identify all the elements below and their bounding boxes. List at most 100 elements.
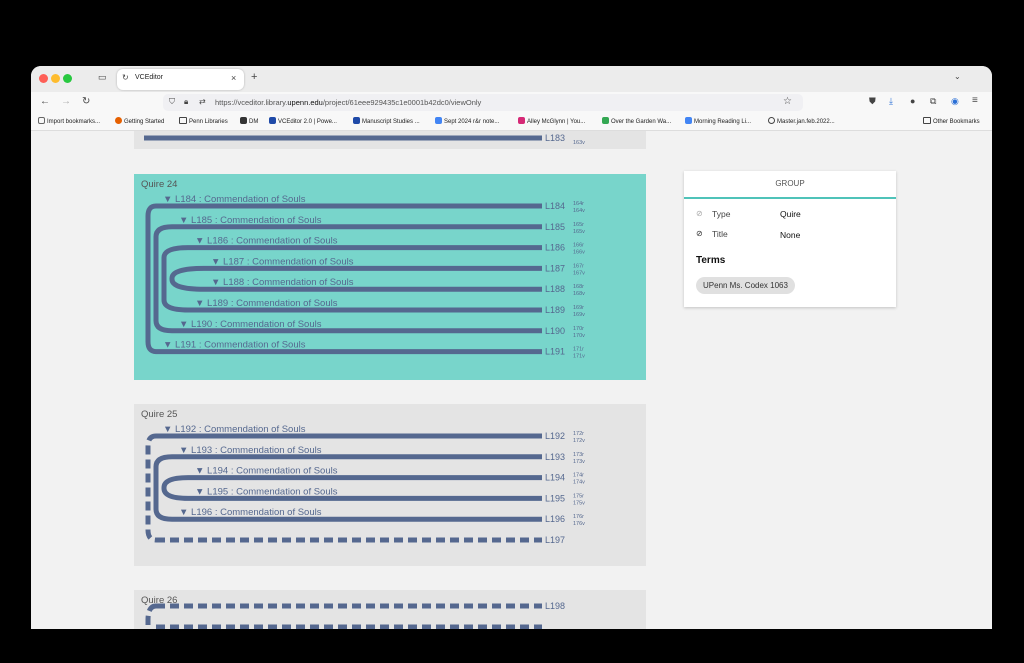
quire-23-diagram: L183 163v	[144, 133, 585, 146]
quire-26[interactable]: Quire 26 L198	[134, 590, 646, 629]
quire-25-diagram: ▼ L192 : Commendation of SoulsL192 172r17…	[145, 424, 585, 545]
folio-v-l185: 165v	[573, 229, 585, 235]
leaf-label-l186[interactable]: ▼ L186 : Commendation of Souls	[195, 236, 338, 247]
bookmark-manuscript-studies[interactable]: Manuscript Studies ...	[353, 117, 420, 125]
permissions-icon[interactable]: ⇄	[199, 97, 206, 106]
lock-icon[interactable]: 🔒︎	[184, 97, 188, 107]
folio-v-l184: 164v	[573, 208, 585, 214]
type-label: Type	[712, 209, 731, 219]
leaf-id-l185: L185	[545, 222, 565, 232]
maximize-window-button[interactable]	[63, 74, 72, 83]
folio-v-l196: 176v	[573, 521, 585, 527]
folio-r-l190: 170r	[573, 326, 584, 332]
downloads-icon[interactable]: ⤓	[889, 96, 893, 107]
quire-23-partial[interactable]: L183 163v	[134, 131, 646, 149]
password-manager-icon[interactable]: ◉	[951, 96, 959, 107]
quire-26-diagram: L198	[145, 601, 565, 629]
instagram-icon	[518, 117, 525, 124]
bookmark-alley-mcglynn[interactable]: Alley McGlynn | You...	[518, 117, 585, 125]
eye-slash-icon[interactable]: ⊘	[696, 229, 703, 238]
folio-r-l189: 169r	[573, 305, 584, 311]
leaf-id-l196: L196	[545, 514, 565, 524]
conjugate-connector	[161, 475, 189, 501]
leaf-id-l191: L191	[545, 347, 565, 357]
leaf-id-l184: L184	[545, 201, 565, 211]
dm-icon	[240, 117, 247, 124]
bookmark-master[interactable]: Master.jan.feb.2022...	[768, 117, 835, 125]
folio-v-l193: 173v	[573, 459, 585, 465]
quire-25[interactable]: Quire 25 ▼ L192 : Commendation of Souls L…	[134, 404, 646, 566]
leaf-id-l190: L190	[545, 326, 565, 336]
folio-v-l187: 167v	[573, 270, 585, 276]
quire-24-diagram: ▼ L184 : Commendation of SoulsL184 164r16…	[145, 194, 585, 360]
address-bar[interactable]: ⛉ 🔒︎ ⇄ https://vceditor.library.upenn.ed…	[163, 94, 803, 111]
docs-icon	[435, 117, 442, 124]
firefox-icon	[115, 117, 122, 124]
leaf-label-l185[interactable]: ▼ L185 : Commendation of Souls	[179, 215, 322, 226]
folio-v-l192: 172v	[573, 438, 585, 444]
quire-24[interactable]: Quire 24 ▼ L184 : Commendation of Souls L…	[134, 174, 646, 380]
minimize-window-button[interactable]	[51, 74, 60, 83]
leaf-label-l189[interactable]: ▼ L189 : Commendation of Souls	[195, 298, 338, 309]
leaf-label-l188[interactable]: ▼ L188 : Commendation of Souls	[211, 277, 354, 288]
import-icon	[38, 117, 45, 124]
folio-r-l194: 174r	[573, 473, 584, 479]
folio-r-l187: 167r	[573, 263, 584, 269]
folio-v-l186: 166v	[573, 250, 585, 256]
folio-v-l194: 174v	[573, 480, 585, 486]
tab-list-chevron-icon[interactable]: ⌄	[954, 72, 961, 81]
bookmark-import[interactable]: Import bookmarks...	[38, 117, 100, 125]
page-content: L183 163v Quire 24 ▼ L184 : Commendation…	[31, 131, 992, 629]
forward-icon[interactable]: →	[61, 96, 71, 107]
tab-vceditor[interactable]: ↻ VCEditor ×	[117, 69, 244, 90]
reload-icon[interactable]: ↻	[82, 96, 90, 107]
extensions-puzzle-icon[interactable]: ⧉	[930, 96, 936, 107]
new-tab-icon[interactable]: +	[251, 71, 257, 83]
leaf-id-l189: L189	[545, 305, 565, 315]
menu-icon[interactable]: ≡	[972, 95, 978, 106]
leaf-label-l193[interactable]: ▼ L193 : Commendation of Souls	[179, 445, 322, 456]
leaf-id-l198: L198	[545, 601, 565, 611]
bookmark-penn-libraries[interactable]: Penn Libraries	[179, 117, 228, 125]
folio-r-l191: 171r	[573, 347, 584, 353]
quire-label: Quire 24	[141, 179, 178, 190]
quire-label: Quire 25	[141, 409, 178, 420]
globe-icon	[768, 117, 775, 124]
bookmark-garden-wall[interactable]: Over the Garden Wa...	[602, 117, 671, 125]
leaf-label-l191[interactable]: ▼ L191 : Commendation of Souls	[163, 340, 306, 351]
pocket-icon[interactable]: ⛊	[869, 96, 876, 107]
leaf-label-l195[interactable]: ▼ L195 : Commendation of Souls	[195, 486, 338, 497]
shield-icon[interactable]: ⛉	[169, 97, 175, 107]
bookmark-vceditor[interactable]: VCEditor 2.0 | Powe...	[269, 117, 337, 125]
leaf-label-l184[interactable]: ▼ L184 : Commendation of Souls	[163, 194, 306, 205]
folio-r-l196: 176r	[573, 514, 584, 520]
folio-r-l193: 173r	[573, 452, 584, 458]
reload-spinner-icon: ↻	[122, 73, 129, 82]
bookmark-star-icon[interactable]: ☆	[783, 96, 792, 107]
leaf-id-l195: L195	[545, 493, 565, 503]
folio-r-l195: 175r	[573, 493, 584, 499]
folio-v-l189: 169v	[573, 312, 585, 318]
back-icon[interactable]: ←	[40, 96, 50, 107]
bookmark-dm[interactable]: DM	[240, 117, 258, 125]
bookmark-morning-reading[interactable]: Morning Reading Li...	[685, 117, 751, 125]
docs-icon	[685, 117, 692, 124]
extension-icon[interactable]: ●	[910, 96, 915, 106]
leaf-label-l192[interactable]: ▼ L192 : Commendation of Souls	[163, 424, 306, 435]
leaf-label-l187[interactable]: ▼ L187 : Commendation of Souls	[211, 256, 354, 267]
bookmark-other[interactable]: Other Bookmarks	[923, 117, 980, 125]
close-tab-icon[interactable]: ×	[231, 73, 236, 83]
folio-v-l190: 170v	[573, 333, 585, 339]
tab-overview-icon[interactable]: ▭	[98, 72, 107, 83]
eye-slash-icon[interactable]: ⊘	[696, 209, 703, 218]
panel-header: GROUP	[684, 171, 896, 199]
close-window-button[interactable]	[39, 74, 48, 83]
terms-heading: Terms	[696, 255, 726, 266]
title-value: None	[780, 230, 801, 240]
leaf-label-l190[interactable]: ▼ L190 : Commendation of Souls	[179, 319, 322, 330]
term-chip[interactable]: UPenn Ms. Codex 1063	[696, 277, 795, 294]
bookmark-sept-2024[interactable]: Sept 2024 r&r note...	[435, 117, 499, 125]
leaf-label-l194[interactable]: ▼ L194 : Commendation of Souls	[195, 466, 338, 477]
bookmark-getting-started[interactable]: Getting Started	[115, 117, 164, 125]
leaf-label-l196[interactable]: ▼ L196 : Commendation of Souls	[179, 507, 322, 518]
